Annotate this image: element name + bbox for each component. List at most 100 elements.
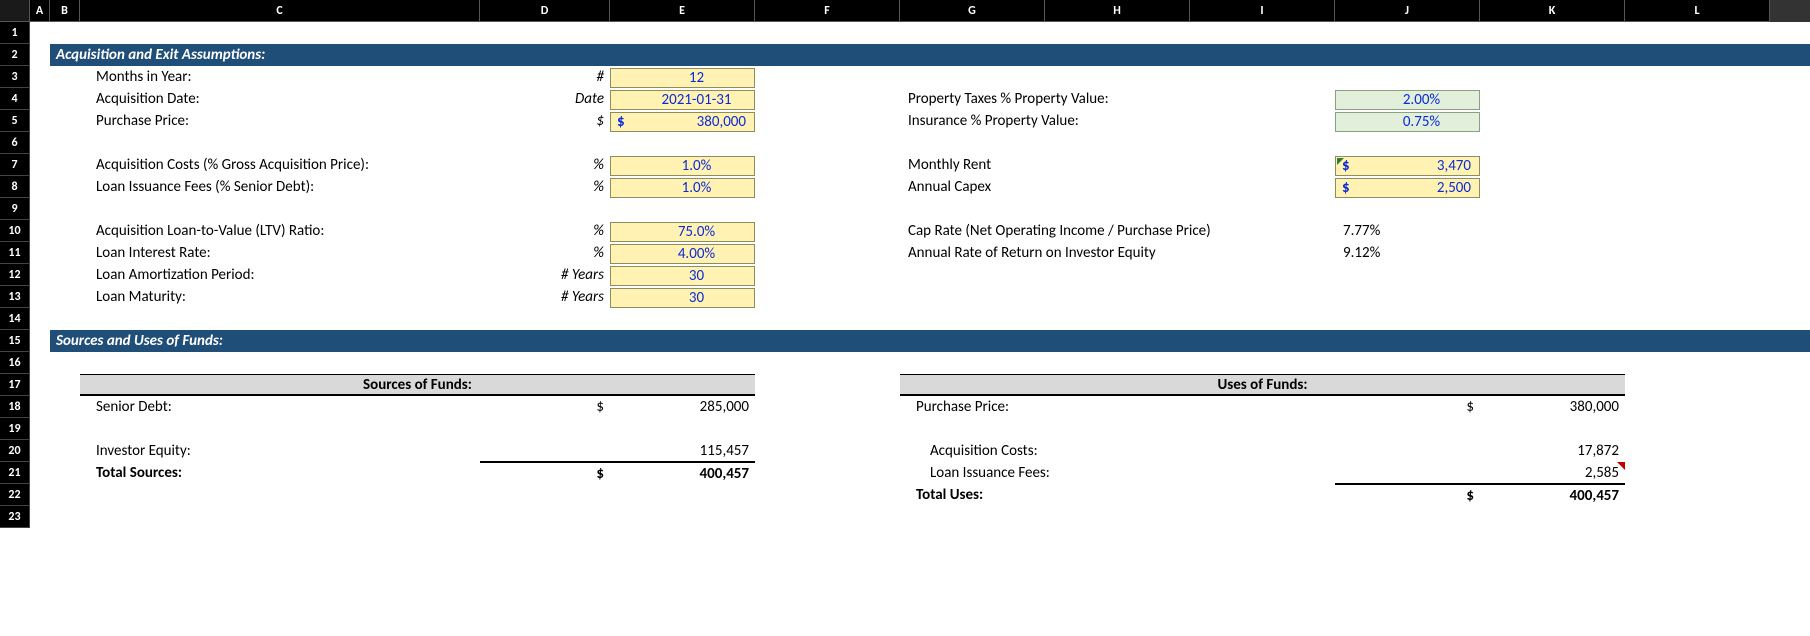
column-header-L[interactable]: L — [1625, 0, 1770, 22]
column-header-K[interactable]: K — [1480, 0, 1625, 22]
row-header-9[interactable]: 9 — [0, 198, 30, 220]
assumption-unit: # — [480, 66, 610, 88]
assumption-input[interactable]: $3,470 — [1335, 154, 1480, 176]
computed-value: 9.12% — [1335, 242, 1480, 264]
row-18: Senior Debt:$285,000Purchase Price:$380,… — [30, 396, 1810, 418]
row-header-10[interactable]: 10 — [0, 220, 30, 242]
column-header-B[interactable]: B — [50, 0, 80, 22]
assumption-label-right: Monthly Rent — [900, 154, 1335, 176]
row-3: Months in Year:#12 — [30, 66, 1810, 88]
row-header-18[interactable]: 18 — [0, 396, 30, 418]
row-header-23[interactable]: 23 — [0, 506, 30, 528]
assumption-input[interactable]: 0.75% — [1335, 110, 1480, 132]
assumption-input[interactable]: $2,500 — [1335, 176, 1480, 198]
row-header-7[interactable]: 7 — [0, 154, 30, 176]
column-header-H[interactable]: H — [1045, 0, 1190, 22]
section-header: Sources and Uses of Funds: — [50, 330, 1810, 352]
assumption-input[interactable]: $380,000 — [610, 110, 755, 132]
assumption-label: Months in Year: — [88, 66, 480, 88]
assumption-input[interactable]: 4.00% — [610, 242, 755, 264]
currency-symbol: $ — [1335, 396, 1480, 418]
uses-value: 2,585 — [1480, 462, 1625, 484]
assumption-label: Loan Issuance Fees (% Senior Debt): — [88, 176, 480, 198]
sources-label: Senior Debt: — [88, 396, 480, 418]
assumption-input[interactable]: 2021-01-31 — [610, 88, 755, 110]
assumption-unit: % — [480, 242, 610, 264]
row-23 — [30, 506, 1810, 528]
uses-value: 17,872 — [1480, 440, 1625, 462]
row-17: Sources of Funds:Uses of Funds: — [30, 374, 1810, 396]
column-header-row: ABCDEFGHIJKL — [0, 0, 1810, 22]
currency-symbol — [1335, 440, 1480, 462]
row-header-15[interactable]: 15 — [0, 330, 30, 352]
column-header-G[interactable]: G — [900, 0, 1045, 22]
row-header-6[interactable]: 6 — [0, 132, 30, 154]
row-headers: 1234567891011121314151617181920212223 — [0, 22, 30, 528]
assumption-input[interactable]: 30 — [610, 264, 755, 286]
column-header-F[interactable]: F — [755, 0, 900, 22]
cell-area[interactable]: Acquisition and Exit Assumptions:Months … — [30, 22, 1810, 528]
row-15: Sources and Uses of Funds: — [30, 330, 1810, 352]
uses-label: Total Uses: — [908, 484, 1335, 506]
column-header-C[interactable]: C — [80, 0, 480, 22]
column-header-A[interactable]: A — [30, 0, 50, 22]
assumption-unit: % — [480, 154, 610, 176]
row-19 — [30, 418, 1810, 440]
assumption-input[interactable]: 75.0% — [610, 220, 755, 242]
row-20: Investor Equity: 115,457 Acquisition Costs… — [30, 440, 1810, 462]
row-header-12[interactable]: 12 — [0, 264, 30, 286]
assumption-input[interactable]: 30 — [610, 286, 755, 308]
row-14 — [30, 308, 1810, 330]
uses-value: 380,000 — [1480, 396, 1625, 418]
row-header-14[interactable]: 14 — [0, 308, 30, 330]
assumption-label: Purchase Price: — [88, 110, 480, 132]
column-header-E[interactable]: E — [610, 0, 755, 22]
currency-symbol — [1335, 462, 1480, 484]
uses-value: 400,457 — [1480, 484, 1625, 506]
row-header-13[interactable]: 13 — [0, 286, 30, 308]
row-header-8[interactable]: 8 — [0, 176, 30, 198]
row-13: Loan Maturity:# Years30 — [30, 286, 1810, 308]
uses-label: Purchase Price: — [908, 396, 1335, 418]
column-header-D[interactable]: D — [480, 0, 610, 22]
assumption-unit: % — [480, 220, 610, 242]
assumption-label: Loan Maturity: — [88, 286, 480, 308]
computed-value: 7.77% — [1335, 220, 1480, 242]
row-header-17[interactable]: 17 — [0, 374, 30, 396]
row-1 — [30, 22, 1810, 44]
row-header-11[interactable]: 11 — [0, 242, 30, 264]
assumption-input[interactable]: 1.0% — [610, 154, 755, 176]
row-header-21[interactable]: 21 — [0, 462, 30, 484]
row-10: Acquisition Loan-to-Value (LTV) Ratio:%7… — [30, 220, 1810, 242]
assumption-input[interactable]: 12 — [610, 66, 755, 88]
assumption-unit: Date — [480, 88, 610, 110]
sources-label: Total Sources: — [88, 462, 480, 484]
row-16 — [30, 352, 1810, 374]
assumption-unit: $ — [480, 110, 610, 132]
row-header-19[interactable]: 19 — [0, 418, 30, 440]
row-header-16[interactable]: 16 — [0, 352, 30, 374]
assumption-label-right: Annual Capex — [900, 176, 1335, 198]
row-header-2[interactable]: 2 — [0, 44, 30, 66]
assumption-input[interactable]: 2.00% — [1335, 88, 1480, 110]
spreadsheet: ABCDEFGHIJKL 123456789101112131415161718… — [0, 0, 1810, 528]
row-9 — [30, 198, 1810, 220]
row-header-5[interactable]: 5 — [0, 110, 30, 132]
select-all-corner[interactable] — [0, 0, 30, 22]
assumption-unit: # Years — [480, 286, 610, 308]
row-5: Purchase Price:$$380,000Insurance % Prop… — [30, 110, 1810, 132]
row-21: Total Sources:$400,457Loan Issuance Fees… — [30, 462, 1810, 484]
uses-label: Acquisition Costs: — [922, 440, 1335, 462]
column-header-J[interactable]: J — [1335, 0, 1480, 22]
sources-value: 115,457 — [610, 440, 755, 462]
assumption-input[interactable]: 1.0% — [610, 176, 755, 198]
row-header-1[interactable]: 1 — [0, 22, 30, 44]
row-header-20[interactable]: 20 — [0, 440, 30, 462]
currency-symbol: $ — [1335, 484, 1480, 506]
row-header-3[interactable]: 3 — [0, 66, 30, 88]
sources-label: Investor Equity: — [88, 440, 480, 462]
row-header-22[interactable]: 22 — [0, 484, 30, 506]
row-11: Loan Interest Rate:%4.00%Annual Rate of … — [30, 242, 1810, 264]
row-header-4[interactable]: 4 — [0, 88, 30, 110]
column-header-I[interactable]: I — [1190, 0, 1335, 22]
